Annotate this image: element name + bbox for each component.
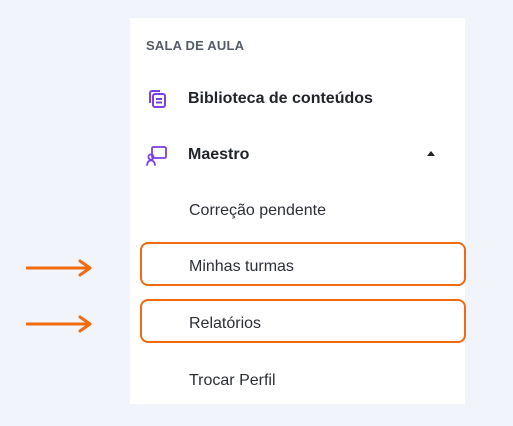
sidebar-item-label: Maestro — [188, 146, 250, 163]
sidebar-item-trocar-perfil[interactable]: Trocar Perfil — [130, 363, 465, 399]
arrow-right-icon — [26, 315, 92, 333]
sidebar-item-label: Biblioteca de conteúdos — [188, 90, 373, 107]
arrow-right-icon — [26, 259, 92, 277]
library-icon — [146, 88, 168, 110]
sidebar-item-label: Trocar Perfil — [189, 372, 276, 389]
sidebar-item-biblioteca[interactable]: Biblioteca de conteúdos — [130, 81, 465, 117]
caret-up-icon[interactable] — [427, 151, 435, 156]
highlight-box-minhas-turmas — [140, 242, 466, 286]
sidebar-item-maestro[interactable]: Maestro — [130, 137, 465, 173]
highlight-box-relatorios — [140, 299, 466, 343]
section-title: SALA DE AULA — [146, 38, 245, 53]
sidebar-subitem-correcao[interactable]: Correção pendente — [130, 193, 465, 229]
sidebar-panel: SALA DE AULA Biblioteca de conteúdos Mae… — [130, 18, 465, 404]
sidebar-subitem-label: Correção pendente — [189, 202, 326, 219]
teacher-board-icon — [146, 144, 168, 166]
